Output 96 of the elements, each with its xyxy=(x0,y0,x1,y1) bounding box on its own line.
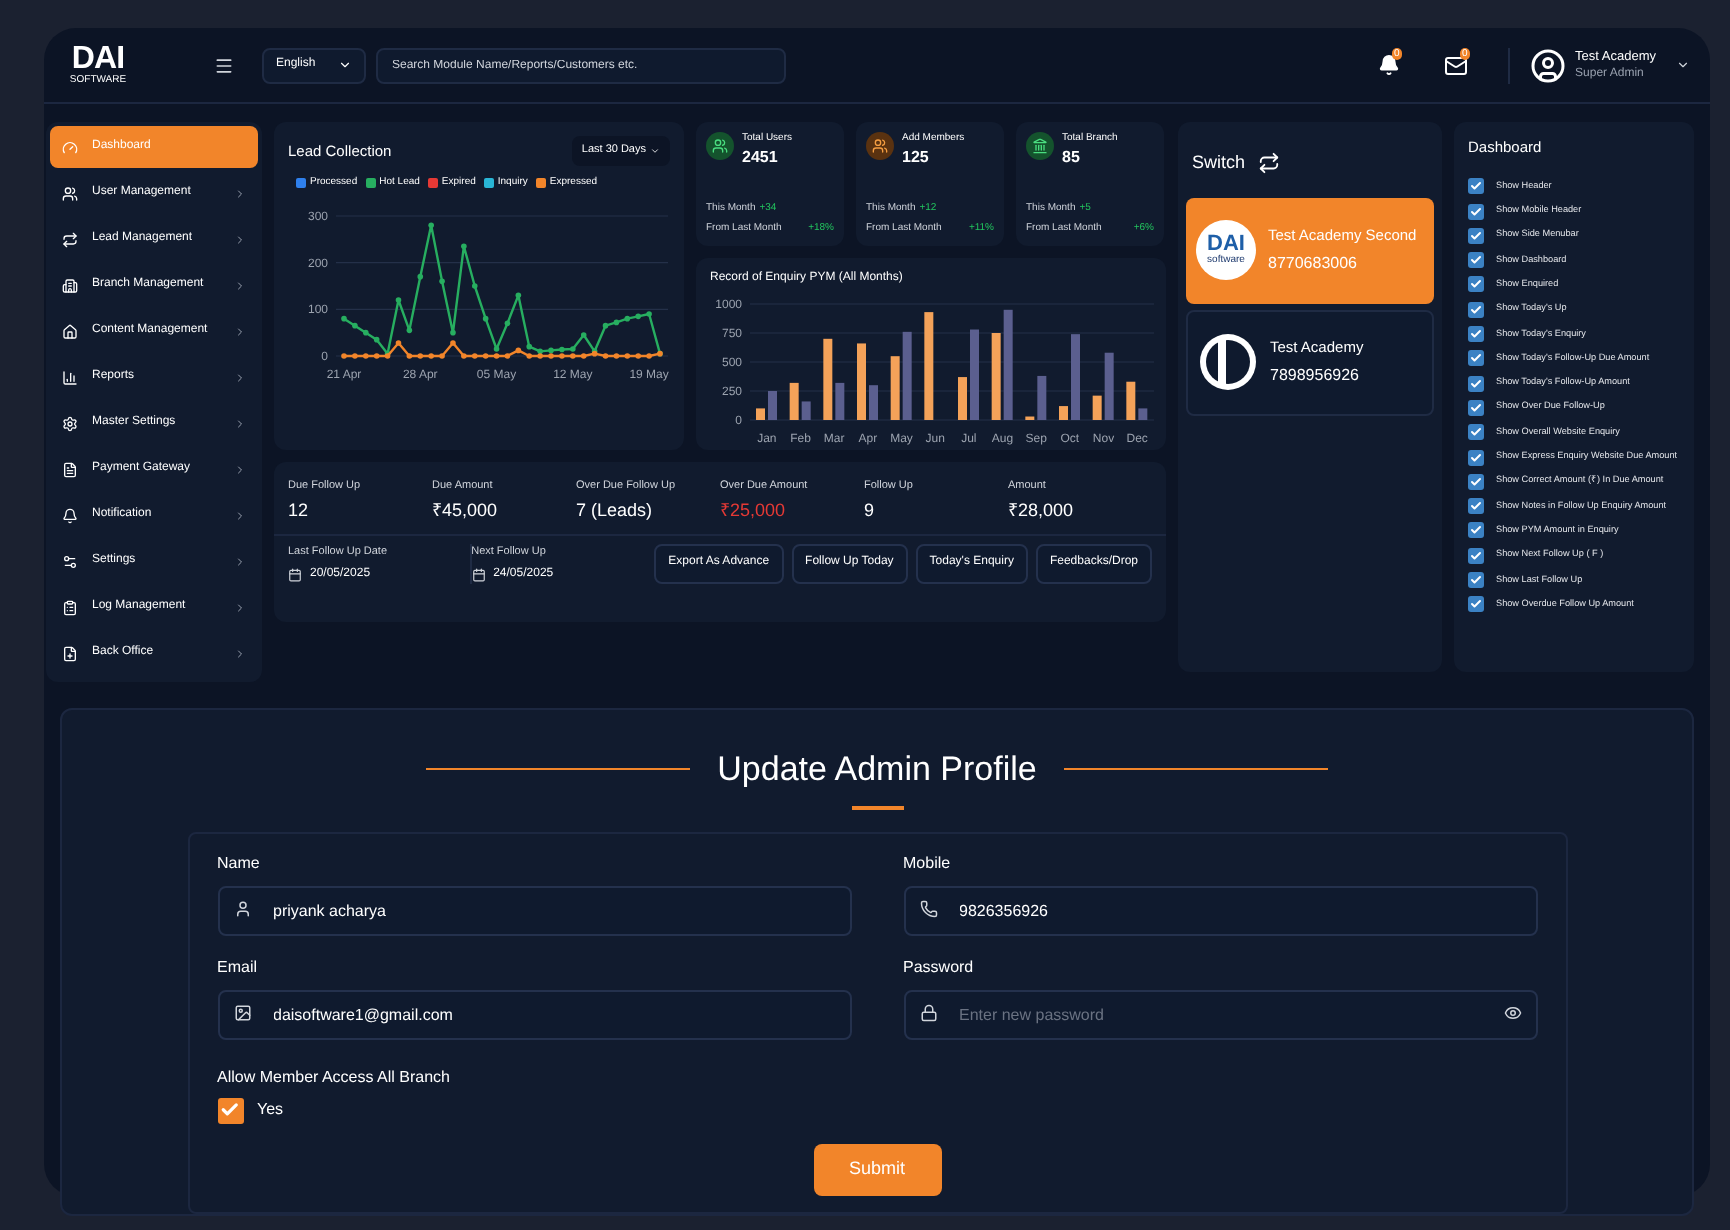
image-icon xyxy=(233,1003,251,1021)
users-icon xyxy=(62,185,78,201)
follow-up-value: ₹28,000 xyxy=(1008,498,1076,525)
calendar-icon xyxy=(471,568,486,582)
checkbox[interactable] xyxy=(1468,203,1484,220)
chevron-icon xyxy=(234,601,246,613)
follow-up-value: ₹45,000 xyxy=(432,498,500,525)
field-label: Name xyxy=(217,851,262,875)
phone-icon xyxy=(919,899,937,917)
checkbox[interactable] xyxy=(1468,252,1484,269)
caret-icon[interactable] xyxy=(1676,58,1690,72)
bar xyxy=(857,343,866,420)
input-field[interactable]: 9826356926 xyxy=(903,885,1537,935)
menu-icon[interactable] xyxy=(214,55,234,75)
lock-icon xyxy=(919,1003,937,1021)
calendar-icon xyxy=(288,568,302,582)
avatar-icon[interactable] xyxy=(1529,47,1566,83)
user-icon xyxy=(233,899,251,917)
chevron-icon xyxy=(234,417,246,429)
account-phone: 8770683006 xyxy=(1268,252,1359,277)
checkbox[interactable] xyxy=(1468,522,1484,539)
bank-icon xyxy=(1026,132,1054,160)
document-icon xyxy=(62,461,78,477)
bar xyxy=(768,391,777,420)
show-password-icon[interactable] xyxy=(1503,1003,1521,1021)
stat-value: 125 xyxy=(902,146,931,168)
chevron-icon xyxy=(234,187,246,199)
bar xyxy=(958,377,967,420)
field-label: Allow Member Access All Branch xyxy=(217,1065,452,1089)
checkbox[interactable] xyxy=(1468,399,1484,416)
field-label: Password xyxy=(903,955,976,979)
chevron-icon xyxy=(234,233,246,245)
caret-icon xyxy=(650,146,660,156)
checkbox[interactable] xyxy=(1468,572,1484,588)
mail-icon[interactable] xyxy=(1443,53,1468,77)
input-field[interactable]: daisoftware1@gmail.com xyxy=(217,989,851,1039)
checkbox[interactable] xyxy=(1468,326,1484,343)
bar xyxy=(970,329,979,420)
field-label: Mobile xyxy=(903,851,953,875)
users-icon xyxy=(866,132,894,160)
bell-icon xyxy=(62,507,78,523)
checkbox[interactable] xyxy=(217,1097,243,1123)
checkbox[interactable] xyxy=(1468,498,1484,515)
panel-title: Switch xyxy=(1192,150,1246,176)
bar xyxy=(1071,334,1080,420)
file-plus-icon xyxy=(62,645,78,661)
bar xyxy=(1059,406,1068,420)
checkbox[interactable] xyxy=(1468,276,1484,293)
input-field[interactable]: Enter new password xyxy=(903,989,1537,1039)
users-icon xyxy=(706,132,734,160)
house-icon xyxy=(62,323,78,339)
bar xyxy=(756,408,765,420)
clipboard-icon xyxy=(62,599,78,615)
notification-icon[interactable] xyxy=(1377,54,1400,76)
chevron-icon xyxy=(234,463,246,475)
chevron-icon xyxy=(234,509,246,521)
checkbox[interactable] xyxy=(1468,301,1484,318)
follow-up-value: 9 xyxy=(864,498,877,525)
bar xyxy=(869,385,878,420)
switch-icon[interactable] xyxy=(1257,152,1280,175)
checkbox[interactable] xyxy=(1468,227,1484,244)
bar-chart-icon xyxy=(62,369,78,385)
chevron-icon xyxy=(234,279,246,291)
building-icon xyxy=(62,277,78,293)
settings-icon xyxy=(62,415,78,431)
checkbox[interactable] xyxy=(1468,596,1484,613)
field-label: Email xyxy=(217,955,260,979)
account-logo xyxy=(1198,332,1258,392)
chevron-icon xyxy=(234,647,246,659)
stat-value: 2451 xyxy=(742,146,780,168)
option-label: Yes xyxy=(257,1098,284,1122)
account-phone: 7898956926 xyxy=(1270,364,1361,389)
follow-up-value: 12 xyxy=(288,498,311,525)
checkmark-icon xyxy=(220,1100,240,1120)
account-logo: DAI xyxy=(1207,234,1245,256)
bar xyxy=(924,312,934,420)
checkbox[interactable] xyxy=(1468,350,1484,367)
follow-up-value: ₹25,000 xyxy=(720,498,788,525)
checkbox[interactable] xyxy=(1468,547,1484,564)
gauge-icon xyxy=(62,139,78,155)
stat-value: 85 xyxy=(1062,146,1082,168)
logo: DAI xyxy=(71,44,125,76)
arrows-icon xyxy=(62,231,78,247)
chevron-icon xyxy=(234,555,246,567)
checkbox[interactable] xyxy=(1468,473,1484,490)
caret-icon xyxy=(338,58,352,72)
input-field[interactable]: priyank acharya xyxy=(217,885,851,935)
sliders-icon xyxy=(62,553,78,569)
section-title: Update Admin Profile xyxy=(717,748,1037,792)
checkbox[interactable] xyxy=(1468,178,1484,195)
chevron-icon xyxy=(234,325,246,337)
checkbox[interactable] xyxy=(1468,424,1484,441)
checkbox[interactable] xyxy=(1468,449,1484,466)
follow-up-value: 7 (Leads) xyxy=(576,498,655,525)
checkbox[interactable] xyxy=(1468,375,1484,392)
chevron-icon xyxy=(234,371,246,383)
